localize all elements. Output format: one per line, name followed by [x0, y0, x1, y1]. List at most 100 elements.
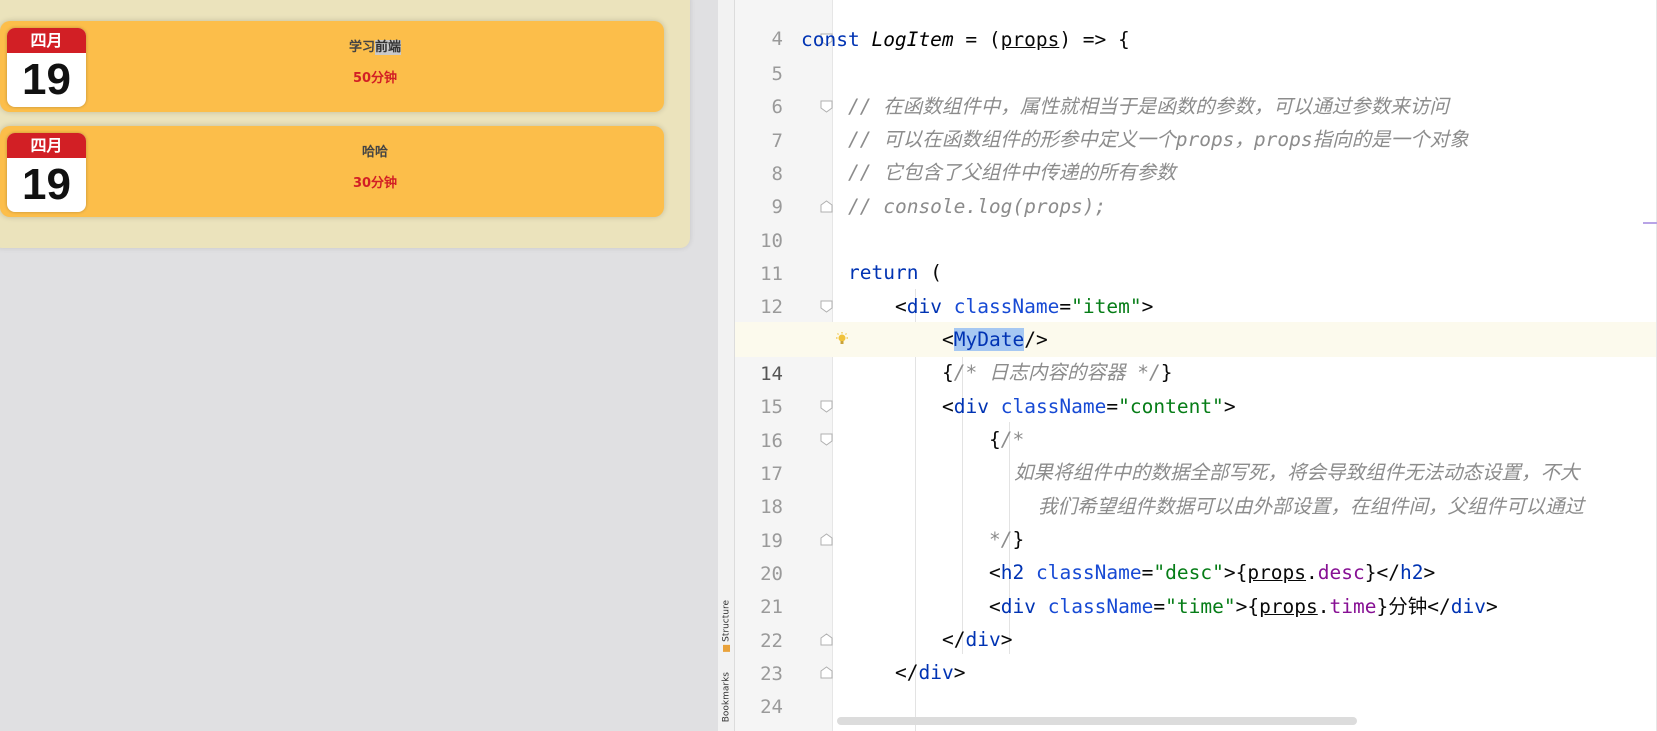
code-line[interactable]: 22 <div className="time">{props.time}分钟<… [735, 589, 1657, 652]
log-desc-text: 哈哈 [361, 145, 388, 160]
logs-container: 四月 19 学习前端 50分钟 四月 19 哈哈 30分钟 [0, 0, 690, 248]
code-line[interactable]: 19 我们希望组件数据可以由外部设置，在组件间，父组件可以通过 [735, 489, 1657, 552]
code-token: div [953, 395, 989, 418]
code-text: <h2 className="desc">{props.desc}</h2> [989, 555, 1435, 590]
code-line[interactable]: 4 [735, 0, 1657, 50]
code-token: >{ [1223, 561, 1248, 584]
code-line[interactable]: 11 [735, 222, 1657, 285]
date-card: 四月 19 [7, 133, 86, 212]
code-line[interactable]: 21 <h2 className="desc">{props.desc}</h2… [735, 555, 1657, 618]
code-line[interactable]: 20 */} [735, 522, 1657, 585]
code-token: ( [918, 261, 942, 284]
code-line[interactable]: 17 {/* [735, 422, 1657, 485]
fold-icon[interactable] [820, 433, 833, 446]
code-token: > [1000, 628, 1013, 651]
code-token: { [942, 361, 954, 384]
code-line[interactable]: 18 如果将组件中的数据全部写死，将会导致组件无法动态设置，不大 [735, 455, 1657, 518]
line-number: 24 [760, 696, 783, 718]
log-content: 学习前端 50分钟 [86, 21, 664, 112]
code-line-current[interactable]: 14 <MyDate/> [735, 322, 1657, 385]
code-line[interactable]: 8 // 可以在函数组件的形参中定义一个props，props指向的是一个对象 [735, 122, 1657, 185]
code-token: = ( [953, 28, 1001, 51]
code-line[interactable]: 5 const LogItem = (props) => { [735, 22, 1657, 85]
log-desc: 学习前端 [86, 40, 664, 56]
fold-icon[interactable] [820, 533, 833, 546]
code-token: }</ [1364, 561, 1400, 584]
code-token: > [953, 661, 966, 684]
code-text: <div className="item"> [895, 289, 1153, 324]
log-time: 30分钟 [352, 176, 398, 191]
code-text: <MyDate/> [942, 322, 1048, 357]
code-token: props [1259, 595, 1318, 618]
code-text: return ( [848, 255, 942, 290]
code-line[interactable]: 13 <div className="item"> [735, 289, 1657, 352]
code-token: "item" [1071, 295, 1142, 318]
code-line[interactable]: 10 // console.log(props); [735, 189, 1657, 252]
code-token: < [942, 395, 954, 418]
log-desc: 哈哈 [86, 145, 664, 161]
code-line[interactable]: 24 </div> [735, 655, 1657, 718]
date-card: 四月 19 [7, 28, 86, 107]
log-item[interactable]: 四月 19 学习前端 50分钟 [0, 21, 664, 112]
code-text: <div className="time">{props.time}分钟</di… [989, 589, 1498, 624]
bookmarks-tab[interactable]: Bookmarks [719, 672, 734, 722]
code-token: div [965, 628, 1001, 651]
code-token: desc [1317, 561, 1365, 584]
code-token: div [1450, 595, 1486, 618]
code-token: div [918, 661, 954, 684]
code-token: /> [1024, 328, 1048, 351]
code-token: className [1035, 595, 1154, 618]
code-text: <div className="content"> [942, 389, 1236, 424]
code-token: time [1329, 595, 1377, 618]
code-line[interactable]: 9 // 它包含了父组件中传递的所有参数 [735, 155, 1657, 218]
code-comment: // 在函数组件中，属性就相当于是函数的参数，可以通过参数来访问 [848, 95, 1449, 118]
code-token: props [1000, 28, 1060, 51]
code-line[interactable]: 12 return ( [735, 255, 1657, 318]
code-token: < [942, 328, 954, 351]
code-text: */} [989, 522, 1024, 557]
code-token: }分钟</ [1376, 595, 1451, 618]
code-token: </ [895, 661, 919, 684]
code-token: < [989, 595, 1001, 618]
code-token: = [1106, 395, 1119, 418]
structure-tab-label: Structure [721, 600, 732, 642]
code-comment: */ [989, 528, 1013, 551]
lightbulb-icon[interactable] [835, 332, 849, 346]
bookmarks-tab-label: Bookmarks [721, 672, 732, 723]
code-token: < [895, 295, 907, 318]
code-token: className [1024, 561, 1142, 584]
fold-icon[interactable] [820, 633, 833, 646]
code-line[interactable]: 15 {/* 日志内容的容器 */} [735, 355, 1657, 418]
code-editor[interactable]: 4 5 const LogItem = (props) => { 6 7 // … [735, 0, 1657, 731]
code-comment: 如果将组件中的数据全部写死，将会导致组件无法动态设置，不大 [1014, 461, 1580, 484]
code-token: "time" [1165, 595, 1236, 618]
fold-icon[interactable] [820, 200, 833, 213]
code-token: div [906, 295, 942, 318]
code-line[interactable]: 6 [735, 55, 1657, 118]
code-token: = [1153, 595, 1166, 618]
code-line[interactable]: 7 // 在函数组件中，属性就相当于是函数的参数，可以通过参数来访问 [735, 89, 1657, 152]
code-token: >{ [1235, 595, 1260, 618]
code-token: </ [942, 628, 966, 651]
horizontal-scrollbar[interactable] [837, 717, 1357, 725]
code-token: = [1059, 295, 1072, 318]
error-stripe-marker[interactable] [1643, 222, 1657, 224]
structure-tab[interactable]: Structure [719, 600, 734, 652]
code-token: className [941, 295, 1060, 318]
fold-icon[interactable] [820, 666, 833, 679]
code-line[interactable]: 16 <div className="content"> [735, 389, 1657, 452]
code-token: } [1012, 528, 1025, 551]
code-line[interactable]: 23 </div> [735, 622, 1657, 685]
code-token: props [1247, 561, 1307, 584]
selected-word: MyDate [953, 328, 1025, 351]
log-desc-text: 学习 [348, 40, 375, 55]
fold-icon[interactable] [820, 300, 833, 313]
code-token: "content" [1118, 395, 1224, 418]
fold-icon[interactable] [820, 100, 833, 113]
date-day: 19 [22, 55, 71, 104]
code-token: { [989, 428, 1001, 451]
code-token: > [1141, 295, 1154, 318]
code-token: LogItem [871, 28, 954, 51]
fold-icon[interactable] [820, 400, 833, 413]
log-item[interactable]: 四月 19 哈哈 30分钟 [0, 126, 664, 217]
